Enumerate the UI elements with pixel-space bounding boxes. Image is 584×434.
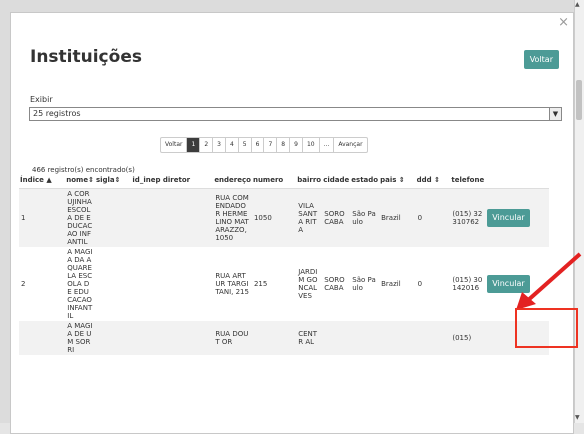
cell-indice: 1 bbox=[19, 188, 66, 247]
page-4[interactable]: 4 bbox=[226, 138, 239, 152]
cell-endereco: RUA ARTUR TARGITANI, 215 bbox=[213, 247, 252, 321]
cell-sigla bbox=[94, 188, 132, 247]
col-sigla[interactable]: sigla⇕ bbox=[94, 171, 132, 189]
cell-ddd: 0 bbox=[415, 247, 451, 321]
cell-cidade: SOROCABA bbox=[322, 247, 351, 321]
pagination: Voltar 1 2 3 4 5 6 7 8 9 10 ... Avançar bbox=[160, 137, 368, 153]
cell-pais: Brazil bbox=[379, 247, 416, 321]
institutions-table: Índice ▲ nome⇕ sigla⇕ id_inep diretor en… bbox=[19, 171, 549, 355]
page-6[interactable]: 6 bbox=[252, 138, 265, 152]
page-1[interactable]: 1 bbox=[187, 138, 201, 152]
cell-sigla bbox=[94, 321, 132, 355]
modal-title: Instituições bbox=[30, 47, 142, 67]
cell-indice: 2 bbox=[19, 247, 66, 321]
col-estado[interactable]: estado bbox=[350, 171, 380, 189]
cell-nome: A CORUJINHA ESCOLA DE EDUCACAO INFANTIL bbox=[65, 188, 95, 247]
col-cidade[interactable]: cidade bbox=[322, 171, 351, 189]
page-10[interactable]: 10 bbox=[303, 138, 320, 152]
cell-ddd: 0 bbox=[415, 188, 451, 247]
vertical-scrollbar[interactable] bbox=[574, 0, 584, 423]
annotation-arrow-icon bbox=[516, 252, 582, 310]
cell-endereco: RUA COMENDADOR HERMELINO MATARAZZO, 1050 bbox=[213, 188, 252, 247]
cell-id-inep bbox=[131, 188, 214, 247]
table-header-row: Índice ▲ nome⇕ sigla⇕ id_inep diretor en… bbox=[19, 171, 549, 189]
cell-id-inep bbox=[131, 247, 214, 321]
cell-bairro: JARDIM GONCALVES bbox=[296, 247, 323, 321]
col-acao bbox=[485, 171, 549, 189]
scrollbar-thumb[interactable] bbox=[576, 80, 582, 120]
records-per-page-select[interactable]: 25 registros ▼ bbox=[29, 107, 562, 121]
scroll-down-icon[interactable]: ▼ bbox=[575, 414, 580, 421]
table-row: 2 A MAGIA DA AQUARELA ESCOLA DE EDUCACAO… bbox=[19, 247, 549, 321]
cell-numero: 215 bbox=[251, 247, 297, 321]
cell-telefone: (015) 30142016 bbox=[450, 247, 486, 321]
cell-id-inep bbox=[131, 321, 214, 355]
select-value: 25 registros bbox=[33, 109, 81, 118]
cell-ddd bbox=[415, 321, 451, 355]
col-numero[interactable]: numero bbox=[251, 171, 297, 189]
exibir-label: Exibir bbox=[30, 95, 53, 104]
cell-bairro: VILA SANTA RITA bbox=[296, 188, 323, 247]
page-3[interactable]: 3 bbox=[213, 138, 226, 152]
cell-indice bbox=[19, 321, 66, 355]
col-pais[interactable]: pais ⇕ bbox=[379, 171, 416, 189]
cell-pais bbox=[379, 321, 416, 355]
col-nome[interactable]: nome⇕ bbox=[65, 171, 95, 189]
page-prev[interactable]: Voltar bbox=[161, 138, 188, 152]
page-9[interactable]: 9 bbox=[290, 138, 303, 152]
annotation-highlight-box bbox=[515, 308, 578, 348]
table-row: A MAGIA DE UM SORRI RUA DOUT OR CENTR AL… bbox=[19, 321, 549, 355]
cell-estado: São Paulo bbox=[350, 247, 380, 321]
col-telefone[interactable]: telefone bbox=[450, 171, 486, 189]
col-ddd[interactable]: ddd ⇕ bbox=[415, 171, 451, 189]
voltar-button[interactable]: Voltar bbox=[523, 50, 559, 69]
cell-bairro: CENTR AL bbox=[296, 321, 323, 355]
cell-pais: Brazil bbox=[379, 188, 416, 247]
col-bairro[interactable]: bairro bbox=[296, 171, 323, 189]
vincular-button[interactable]: Vincular bbox=[487, 209, 530, 227]
cell-nome: A MAGIA DA AQUARELA ESCOLA DE EDUCACAO I… bbox=[65, 247, 95, 321]
col-endereco[interactable]: endereço bbox=[213, 171, 252, 189]
cell-numero bbox=[251, 321, 297, 355]
cell-numero: 1050 bbox=[251, 188, 297, 247]
page-5[interactable]: 5 bbox=[239, 138, 252, 152]
chevron-down-icon[interactable]: ▼ bbox=[549, 108, 561, 120]
cell-cidade bbox=[322, 321, 351, 355]
cell-endereco: RUA DOUT OR bbox=[213, 321, 252, 355]
cell-estado bbox=[350, 321, 380, 355]
cell-acao: Vincular bbox=[485, 188, 549, 247]
page-7[interactable]: 7 bbox=[264, 138, 278, 152]
cell-telefone: (015) bbox=[450, 321, 486, 355]
cell-cidade: SOROCABA bbox=[322, 188, 351, 247]
page-next[interactable]: Avançar bbox=[334, 138, 366, 152]
page-8[interactable]: 8 bbox=[277, 138, 291, 152]
close-icon[interactable]: × bbox=[558, 15, 569, 30]
page-2[interactable]: 2 bbox=[200, 138, 214, 152]
cell-sigla bbox=[94, 247, 132, 321]
cell-telefone: (015) 32310762 bbox=[450, 188, 486, 247]
cell-estado: São Paulo bbox=[350, 188, 380, 247]
cell-nome: A MAGIA DE UM SORRI bbox=[65, 321, 95, 355]
page-ellipsis[interactable]: ... bbox=[320, 138, 335, 152]
col-id-inep-diretor[interactable]: id_inep diretor bbox=[131, 171, 214, 189]
scroll-up-icon[interactable]: ▲ bbox=[575, 1, 580, 8]
table-row: 1 A CORUJINHA ESCOLA DE EDUCACAO INFANTI… bbox=[19, 188, 549, 247]
col-indice[interactable]: Índice ▲ bbox=[19, 171, 66, 189]
